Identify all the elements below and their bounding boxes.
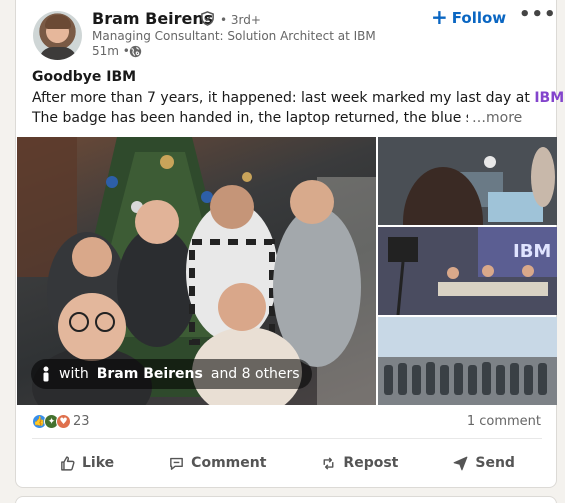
see-more-link[interactable]: …more — [468, 110, 523, 126]
post-body-line-2: The badge has been handed in, the laptop… — [32, 110, 492, 126]
comment-label: Comment — [191, 455, 267, 471]
speech-bubble-icon — [170, 457, 184, 470]
hashtag-link[interactable]: IBM — [534, 90, 564, 106]
author-name[interactable]: Bram Beirens — [92, 9, 213, 28]
comment-button[interactable]: Comment — [160, 446, 274, 480]
team-photo-illustration — [378, 317, 557, 405]
comments-count-link[interactable]: 1 comment — [467, 414, 541, 429]
feed-post-card: Bram Beirens • 3rd+ Managing Consultant:… — [15, 0, 565, 488]
author-headline: Managing Consultant: Solution Architect … — [92, 29, 376, 43]
next-feed-card — [15, 496, 557, 503]
group-photo-main[interactable]: with Bram Beirens and 8 others — [17, 137, 376, 405]
globe-icon — [129, 45, 142, 58]
social-divider — [32, 438, 542, 439]
reactions-summary[interactable]: 👍 ✦ ♥ 23 — [32, 414, 90, 429]
studio-photo-illustration: IBM — [378, 227, 557, 315]
paper-plane-icon — [453, 456, 468, 470]
like-button[interactable]: Like — [51, 446, 122, 480]
photo-grid: with Bram Beirens and 8 others IBM — [17, 137, 557, 405]
tag-suffix: and 8 others — [210, 366, 300, 382]
follow-label: Follow — [451, 9, 507, 27]
tag-person: Bram Beirens — [96, 366, 203, 382]
body-text: After more than 7 years, it happened: la… — [32, 90, 535, 106]
tag-prefix: with — [59, 366, 89, 382]
reaction-count: 23 — [73, 414, 90, 429]
connection-degree: • 3rd+ — [220, 13, 261, 27]
repost-arrows-icon — [323, 456, 334, 470]
avatar-shirt — [39, 47, 77, 60]
follow-button[interactable]: + Follow — [431, 7, 506, 29]
reaction-icons: 👍 ✦ ♥ — [32, 414, 71, 429]
post-timestamp: 51m • — [92, 44, 130, 58]
thumbs-up-icon — [61, 455, 75, 471]
send-button[interactable]: Send — [444, 446, 523, 480]
office-photo[interactable] — [378, 137, 557, 225]
tagged-people-pill[interactable]: with Bram Beirens and 8 others — [31, 359, 312, 389]
love-reaction-icon: ♥ — [56, 414, 71, 429]
team-group-photo[interactable] — [378, 317, 557, 405]
send-label: Send — [475, 455, 515, 471]
person-icon — [43, 366, 49, 382]
social-actions-bar: Like Comment Repost Send — [32, 446, 542, 480]
studio-photo[interactable]: IBM — [378, 227, 557, 315]
avatar-hair — [45, 15, 71, 29]
repost-button[interactable]: Repost — [312, 446, 406, 480]
plus-icon: + — [431, 5, 448, 29]
post-body-line-1: After more than 7 years, it happened: la… — [32, 90, 565, 106]
author-avatar[interactable] — [33, 11, 82, 60]
more-options-icon[interactable]: ••• — [519, 4, 556, 25]
like-label: Like — [82, 455, 115, 471]
shield-check-icon — [201, 11, 214, 26]
office-photo-illustration — [378, 137, 557, 225]
post-title: Goodbye IBM — [32, 69, 137, 85]
svg-text:IBM: IBM — [513, 241, 551, 262]
repost-label: Repost — [343, 455, 399, 471]
